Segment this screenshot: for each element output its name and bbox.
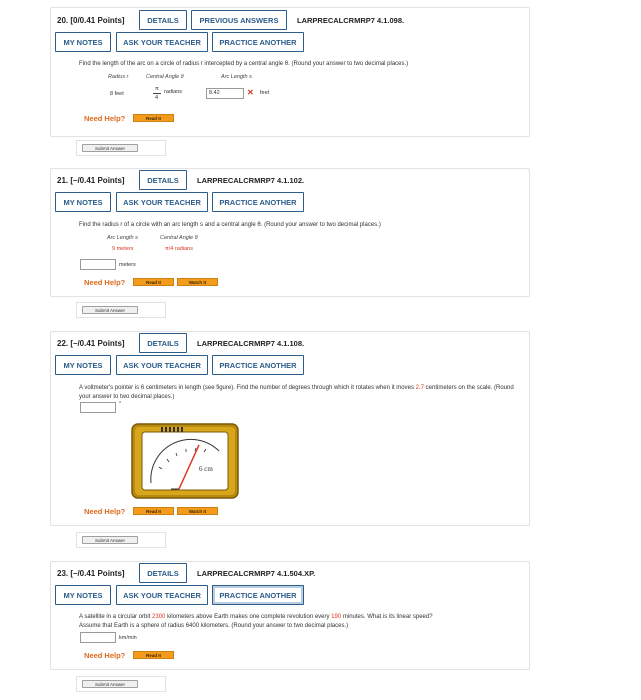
angle-unit: radians <box>164 89 183 95</box>
ask-teacher-button[interactable]: ASK YOUR TEACHER <box>116 355 208 375</box>
details-button[interactable]: DETAILS <box>139 563 187 583</box>
ask-teacher-button[interactable]: ASK YOUR TEACHER <box>116 192 208 212</box>
prompt-highlight: 2.7 <box>415 385 424 391</box>
need-help-label: Need Help? <box>84 507 126 516</box>
read-it-button[interactable]: Read It <box>133 114 174 122</box>
practice-another-button[interactable]: PRACTICE ANOTHER <box>212 355 304 375</box>
col-angle-label: Central Angle θ <box>160 235 198 241</box>
degrees-answer-input[interactable] <box>80 402 116 413</box>
question-header: 22. [–/0.41 Points] <box>57 339 125 348</box>
submit-container: Submit Answer <box>76 532 166 548</box>
col-angle-label: Central Angle θ <box>146 74 184 80</box>
figure-label: 6 cm <box>199 465 213 473</box>
question-prompt: A satellite in a circular orbit 2300 kil… <box>79 613 519 630</box>
need-help-label: Need Help? <box>84 278 126 287</box>
question-prompt: Find the radius r of a circle with an ar… <box>79 222 381 228</box>
voltmeter-image <box>131 423 239 499</box>
my-notes-button[interactable]: MY NOTES <box>55 192 111 212</box>
answer-unit: feet <box>260 90 270 96</box>
col-radius-label: Radius r <box>108 74 129 80</box>
prompt-min-value: 190 <box>331 614 342 620</box>
ask-teacher-button[interactable]: ASK YOUR TEACHER <box>116 585 208 605</box>
read-it-button[interactable]: Read It <box>133 651 174 659</box>
angle-fraction-bar <box>153 93 161 94</box>
answer-unit: meters <box>119 262 136 268</box>
arc-length-answer-input[interactable]: 8.42 <box>206 88 244 99</box>
submit-container: Submit Answer <box>76 302 166 318</box>
radius-answer-input[interactable] <box>80 259 116 270</box>
need-help-label: Need Help? <box>84 114 126 123</box>
incorrect-icon: ✕ <box>247 88 254 97</box>
question-prompt: Find the length of the arc on a circle o… <box>79 61 409 67</box>
problem-code: LARPRECALCRMRP7 4.1.102. <box>197 176 305 185</box>
practice-another-button[interactable]: PRACTICE ANOTHER <box>212 585 304 605</box>
prompt-km-value: 2300 <box>152 614 166 620</box>
angle-denominator: 4 <box>155 95 159 101</box>
radius-value: 8 feet <box>110 91 124 97</box>
prompt-text-b: kilometers above Earth makes one complet… <box>167 614 330 620</box>
watch-it-button[interactable]: Watch It <box>177 278 218 286</box>
problem-code: LARPRECALCRMRP7 4.1.504.XP. <box>197 569 316 578</box>
angle-value: π/4 radians <box>165 246 193 252</box>
my-notes-button[interactable]: MY NOTES <box>55 32 111 52</box>
degree-symbol: ° <box>119 401 122 407</box>
read-it-button[interactable]: Read It <box>133 278 174 286</box>
question-header: 21. [–/0.41 Points] <box>57 176 125 185</box>
submit-container: Submit Answer <box>76 140 166 156</box>
arc-value: 9 meters <box>112 246 134 252</box>
answer-unit: km/min <box>119 635 137 641</box>
problem-code: LARPRECALCRMRP7 4.1.108. <box>197 339 305 348</box>
ask-teacher-button[interactable]: ASK YOUR TEACHER <box>116 32 208 52</box>
prompt-text-a: A satellite in a circular orbit <box>79 614 151 620</box>
submit-answer-button[interactable]: Submit Answer <box>82 536 138 544</box>
prompt-text-d: Assume that Earth is a sphere of radius … <box>79 622 349 629</box>
voltmeter-figure: 6 cm <box>131 423 239 499</box>
angle-numerator: π <box>155 86 159 92</box>
submit-answer-button[interactable]: Submit Answer <box>82 306 138 314</box>
details-button[interactable]: DETAILS <box>139 333 187 353</box>
prompt-text-a: A voltmeter's pointer is 6 centimeters i… <box>79 385 414 391</box>
practice-another-button[interactable]: PRACTICE ANOTHER <box>212 192 304 212</box>
prompt-text-c: minutes. What is its linear speed? <box>342 614 433 620</box>
col-arc-label: Arc Length s <box>221 74 252 80</box>
linear-speed-answer-input[interactable] <box>80 632 116 643</box>
practice-another-button[interactable]: PRACTICE ANOTHER <box>212 32 304 52</box>
details-button[interactable]: DETAILS <box>139 10 187 30</box>
col-arc-label: Arc Length s <box>107 235 138 241</box>
submit-answer-button[interactable]: Submit Answer <box>82 144 138 152</box>
previous-answers-button[interactable]: PREVIOUS ANSWERS <box>191 10 287 30</box>
question-prompt: A voltmeter's pointer is 6 centimeters i… <box>79 384 519 401</box>
submit-container: Submit Answer <box>76 676 166 692</box>
read-it-button[interactable]: Read It <box>133 507 174 515</box>
my-notes-button[interactable]: MY NOTES <box>55 355 111 375</box>
details-button[interactable]: DETAILS <box>139 170 187 190</box>
problem-code: LARPRECALCRMRP7 4.1.098. <box>297 16 405 25</box>
question-header: 23. [–/0.41 Points] <box>57 569 125 578</box>
my-notes-button[interactable]: MY NOTES <box>55 585 111 605</box>
watch-it-button[interactable]: Watch It <box>177 507 218 515</box>
question-header: 20. [0/0.41 Points] <box>57 16 125 25</box>
need-help-label: Need Help? <box>84 651 126 660</box>
submit-answer-button[interactable]: Submit Answer <box>82 680 138 688</box>
